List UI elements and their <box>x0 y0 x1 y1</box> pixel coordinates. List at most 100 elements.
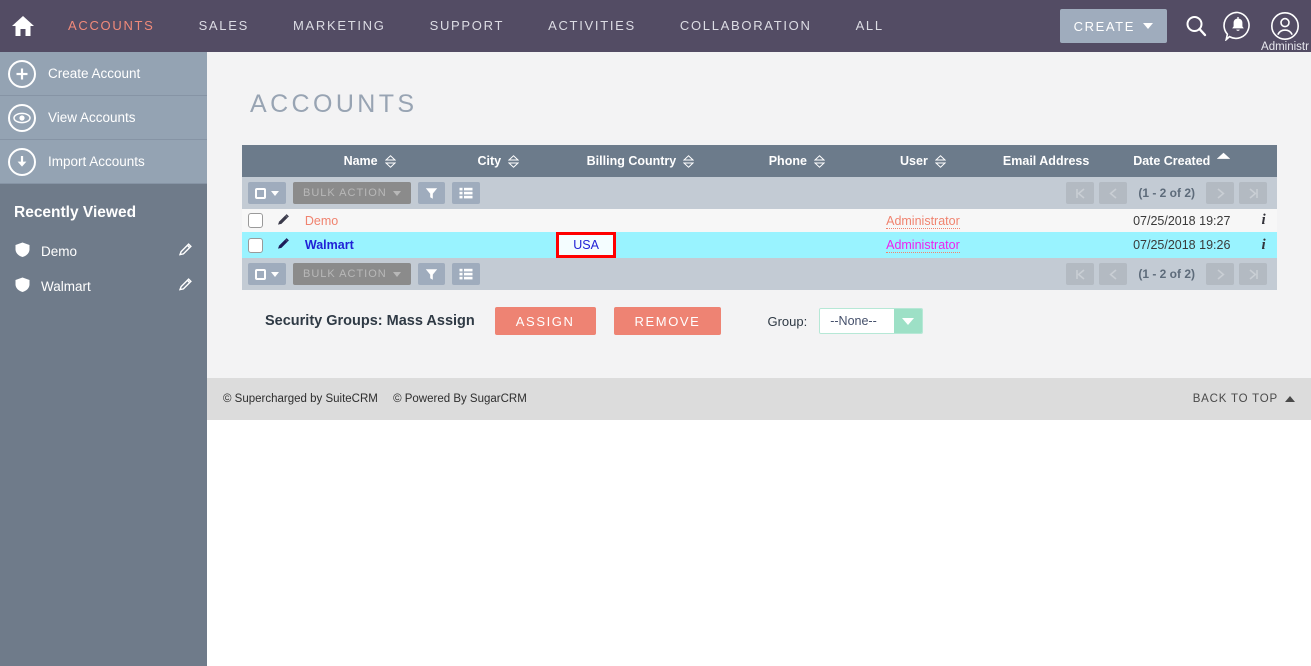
select-all-checkbox-dropdown-icon[interactable] <box>248 182 286 204</box>
user-menu[interactable]: Administr <box>1259 0 1311 53</box>
pagination-bottom: (1 - 2 of 2) <box>1066 263 1271 285</box>
footer-credit-suitecrm: © Supercharged by SuiteCRM <box>223 393 378 405</box>
pencil-icon[interactable] <box>178 277 193 297</box>
nav-item-all[interactable]: ALL <box>834 0 906 52</box>
nav-item-marketing[interactable]: MARKETING <box>271 0 408 52</box>
bell-notification-icon[interactable] <box>1217 0 1259 52</box>
group-select-value: --None-- <box>820 309 895 333</box>
prev-page-icon[interactable] <box>1099 182 1128 204</box>
nav-items: ACCOUNTS SALES MARKETING SUPPORT ACTIVIT… <box>46 0 906 52</box>
back-to-top-label: BACK TO TOP <box>1192 393 1278 405</box>
first-page-icon[interactable] <box>1066 182 1095 204</box>
table-row[interactable]: Demo Administrator 07/25/2018 19:27 i <box>242 209 1277 232</box>
recent-item-walmart[interactable]: Walmart <box>0 269 207 304</box>
search-icon[interactable] <box>1175 0 1217 52</box>
footer: © Supercharged by SuiteCRM © Powered By … <box>207 378 1311 420</box>
sidebar-item-view-accounts[interactable]: View Accounts <box>0 96 207 140</box>
billing-country-highlight-annotation: USA <box>556 232 616 258</box>
column-chooser-icon <box>459 268 473 280</box>
sort-diamond-icon <box>934 154 946 168</box>
pagination-count: (1 - 2 of 2) <box>1138 186 1195 200</box>
chevron-down-icon <box>271 271 279 277</box>
column-header-phone[interactable]: Phone <box>726 145 867 177</box>
nav-item-accounts[interactable]: ACCOUNTS <box>46 0 177 52</box>
column-chooser-button[interactable] <box>451 263 480 285</box>
checkbox-icon <box>255 187 266 199</box>
assigned-user-link[interactable]: Administrator <box>886 238 960 253</box>
row-checkbox[interactable] <box>248 213 264 229</box>
plus-circle-icon <box>8 59 36 88</box>
cell-email <box>978 232 1114 258</box>
assigned-user-link[interactable]: Administrator <box>886 213 960 229</box>
bulk-action-button[interactable]: BULK ACTION <box>293 263 411 285</box>
row-checkbox-cell[interactable] <box>242 209 270 232</box>
create-button[interactable]: CREATE <box>1059 9 1167 43</box>
account-name-link[interactable]: Walmart <box>305 238 354 252</box>
row-edit-cell[interactable] <box>269 209 297 232</box>
sidebar: Create Account View Accounts Import Acco… <box>0 52 207 666</box>
shield-icon <box>14 276 31 298</box>
first-page-icon[interactable] <box>1066 263 1095 285</box>
nav-item-activities[interactable]: ACTIVITIES <box>526 0 658 52</box>
sidebar-item-create-account[interactable]: Create Account <box>0 52 207 96</box>
security-groups-label: Security Groups: Mass Assign <box>265 313 475 329</box>
last-page-icon[interactable] <box>1239 263 1267 285</box>
select-all-checkbox-dropdown-icon[interactable] <box>248 263 286 285</box>
back-to-top-button[interactable]: BACK TO TOP <box>1193 393 1295 405</box>
cell-billing-country: USA <box>554 232 727 258</box>
recently-viewed-heading: Recently Viewed <box>14 204 137 221</box>
recent-item-demo[interactable]: Demo <box>0 234 207 269</box>
column-header-user[interactable]: User <box>866 145 979 177</box>
nav-item-collaboration[interactable]: COLLABORATION <box>658 0 834 52</box>
table-header-row: Name City Billing Country Phone User Ema… <box>242 145 1277 177</box>
info-icon[interactable]: i <box>1261 237 1265 253</box>
top-navbar: ACCOUNTS SALES MARKETING SUPPORT ACTIVIT… <box>0 0 1311 53</box>
bulk-action-label: BULK ACTION <box>303 187 387 199</box>
pencil-icon[interactable] <box>178 242 193 262</box>
group-select[interactable]: --None-- <box>819 308 924 334</box>
column-header-date-created[interactable]: Date Created <box>1113 145 1251 177</box>
page-blank-area <box>207 420 1311 666</box>
cell-city <box>442 209 555 232</box>
column-label: Date Created <box>1133 154 1211 168</box>
sidebar-item-label: View Accounts <box>48 110 136 125</box>
nav-item-support[interactable]: SUPPORT <box>408 0 527 52</box>
column-label: Name <box>343 154 378 168</box>
column-chooser-button[interactable] <box>451 182 480 204</box>
column-header-email-address[interactable]: Email Address <box>978 145 1114 177</box>
page-title: ACCOUNTS <box>250 90 418 118</box>
sort-diamond-icon <box>384 154 396 168</box>
filter-button[interactable] <box>417 263 445 285</box>
remove-button[interactable]: REMOVE <box>613 307 722 335</box>
info-icon[interactable]: i <box>1261 212 1265 228</box>
sidebar-item-import-accounts[interactable]: Import Accounts <box>0 140 207 184</box>
next-page-icon[interactable] <box>1206 263 1234 285</box>
prev-page-icon[interactable] <box>1099 263 1128 285</box>
security-groups-mass-assign-panel: Security Groups: Mass Assign ASSIGN REMO… <box>242 307 1277 335</box>
table-row[interactable]: Walmart USA Administrator 07/25/2018 19:… <box>242 232 1277 258</box>
pagination-top: (1 - 2 of 2) <box>1066 182 1271 204</box>
navbar-right-controls: CREATE Administr <box>1059 0 1311 53</box>
home-icon[interactable] <box>0 0 46 52</box>
cell-date-created: 07/25/2018 19:26 <box>1113 232 1251 258</box>
row-edit-cell[interactable] <box>269 232 297 258</box>
column-label: City <box>477 154 502 168</box>
column-header-billing-country[interactable]: Billing Country <box>554 145 727 177</box>
account-name-link[interactable]: Demo <box>305 214 338 228</box>
bulk-action-button[interactable]: BULK ACTION <box>293 182 411 204</box>
group-label: Group: <box>767 313 808 329</box>
row-checkbox-cell[interactable] <box>242 232 270 258</box>
column-header-city[interactable]: City <box>442 145 555 177</box>
row-checkbox[interactable] <box>248 237 264 253</box>
last-page-icon[interactable] <box>1239 182 1267 204</box>
sort-diamond-icon <box>683 154 695 168</box>
shield-icon <box>14 241 31 263</box>
assign-button[interactable]: ASSIGN <box>494 307 596 335</box>
next-page-icon[interactable] <box>1206 182 1234 204</box>
sort-diamond-icon <box>813 154 825 168</box>
column-header-name[interactable]: Name <box>296 145 443 177</box>
nav-item-sales[interactable]: SALES <box>177 0 271 52</box>
column-label: Email Address <box>1002 154 1090 168</box>
chevron-down-icon[interactable] <box>894 309 923 333</box>
filter-button[interactable] <box>417 182 445 204</box>
